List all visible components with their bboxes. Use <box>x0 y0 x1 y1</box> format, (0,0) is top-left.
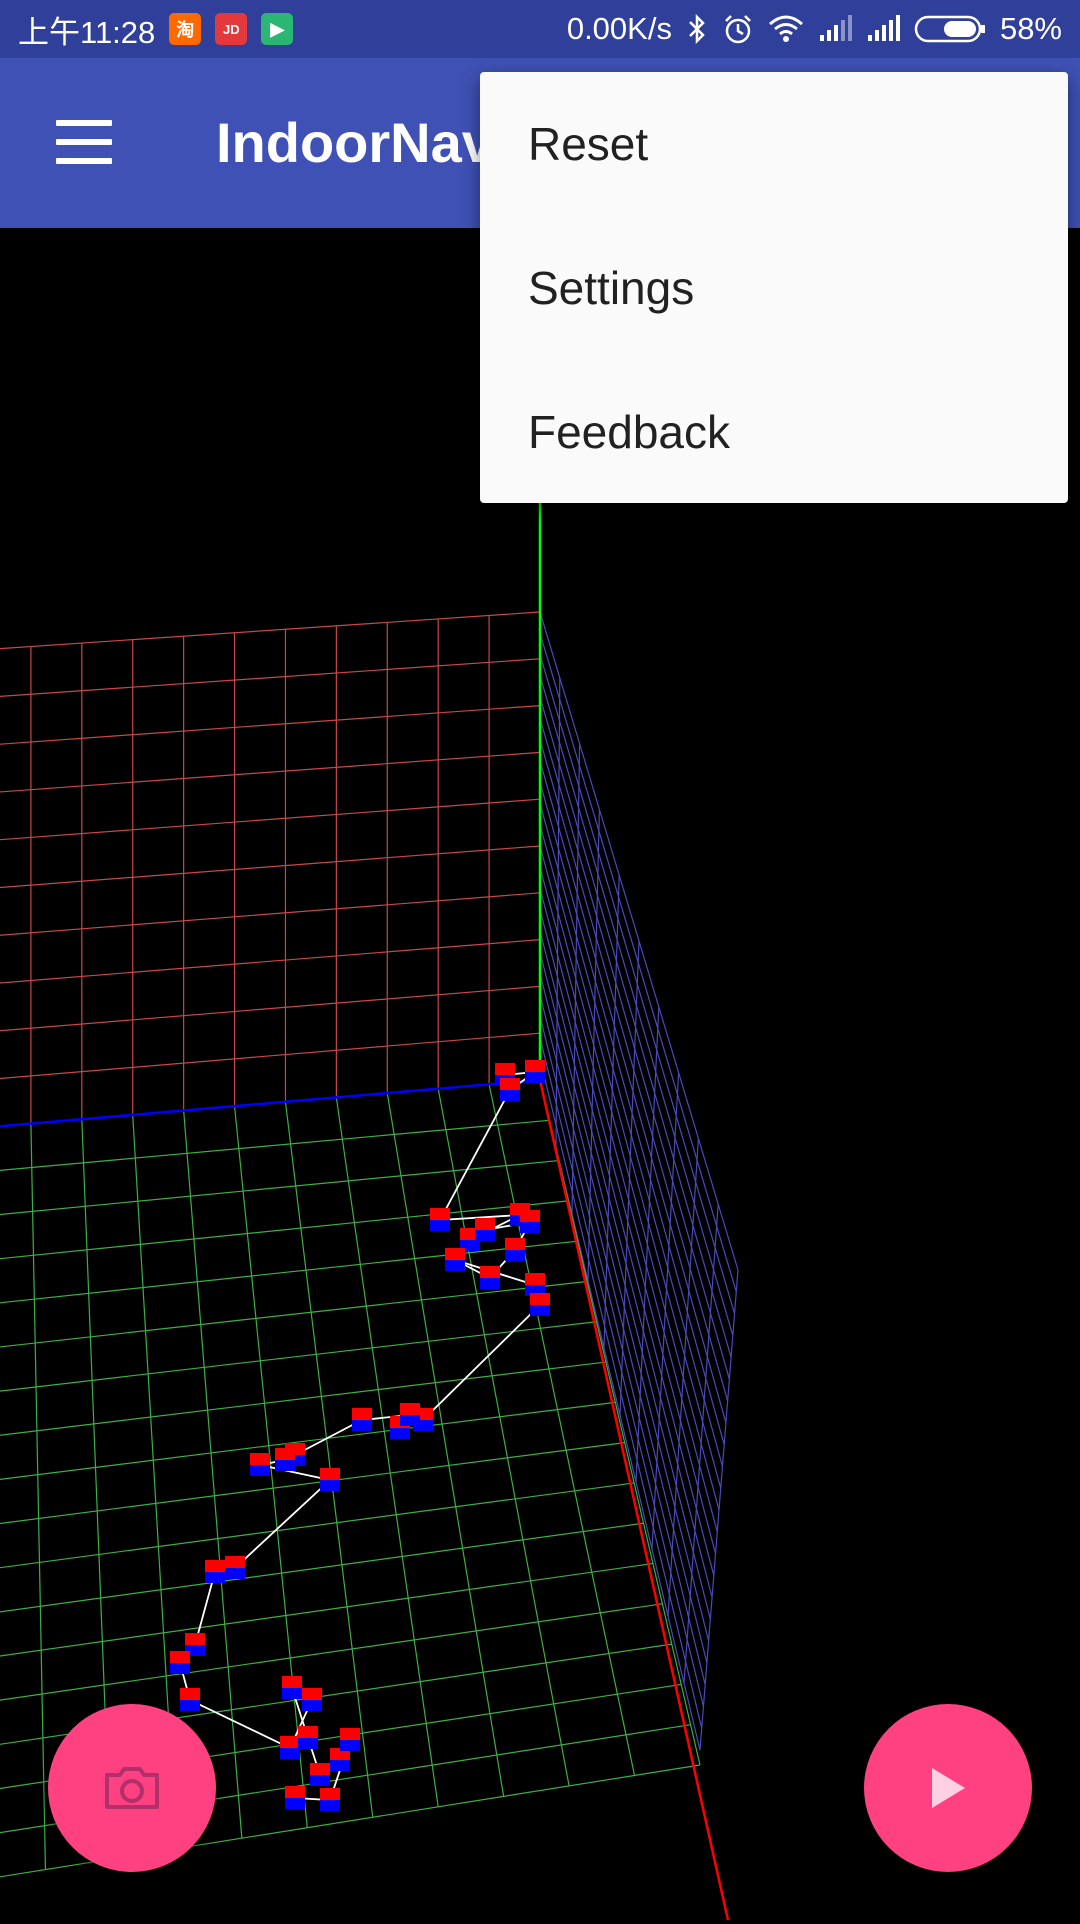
trajectory-marker <box>530 1293 550 1316</box>
floor-line <box>0 1522 644 1613</box>
side-wall-line <box>539 633 737 1292</box>
trajectory-marker <box>400 1403 420 1426</box>
floor-line <box>0 1401 616 1480</box>
back-wall-line <box>0 939 541 984</box>
x-axis <box>538 1079 730 1921</box>
signal-icon-1 <box>819 15 852 41</box>
back-wall-grid <box>0 611 541 1127</box>
battery-icon <box>914 15 985 43</box>
trajectory-markers <box>170 1060 550 1811</box>
camera-button[interactable] <box>48 1704 216 1872</box>
trajectory-marker <box>445 1248 465 1271</box>
play-store-app-icon: ▶ <box>261 13 294 45</box>
battery-percent: 58% <box>999 11 1062 46</box>
trajectory-marker <box>352 1408 372 1431</box>
side-wall-line <box>539 718 730 1380</box>
side-wall-line <box>539 973 710 1642</box>
trajectory-marker <box>480 1266 500 1289</box>
z-axis <box>0 1078 541 1128</box>
trajectory-marker <box>205 1560 225 1583</box>
jd-app-icon: JD <box>215 13 248 45</box>
status-bar-left: 上午11:28 淘 JD ▶ <box>18 7 294 52</box>
trajectory-marker <box>280 1736 300 1759</box>
menu-item-settings[interactable]: Settings <box>480 216 1068 360</box>
trajectory-marker <box>298 1726 318 1749</box>
floor-line <box>0 1361 606 1436</box>
back-wall-line <box>0 1032 541 1080</box>
trajectory-marker <box>525 1273 545 1296</box>
overflow-menu: Reset Settings Feedback <box>480 72 1068 503</box>
trajectory-marker <box>500 1078 520 1101</box>
side-wall-line <box>539 760 727 1423</box>
side-wall-line <box>539 824 722 1489</box>
back-wall-line <box>0 798 541 841</box>
side-wall-line <box>539 1016 706 1685</box>
trajectory-marker <box>525 1060 545 1083</box>
signal-icon-2 <box>867 15 900 41</box>
floor-line <box>335 1097 439 1807</box>
floor-line <box>0 1603 663 1701</box>
trajectory-marker <box>320 1468 340 1491</box>
side-wall-line <box>539 845 720 1511</box>
trajectory-marker <box>282 1676 302 1699</box>
status-time: 上午11:28 <box>18 14 156 50</box>
status-bar-right: 0.00K/s 58% <box>567 11 1062 47</box>
trajectory-marker <box>250 1453 270 1476</box>
back-wall-line <box>0 751 541 793</box>
trajectory-marker <box>225 1556 245 1579</box>
trajectory-marker <box>285 1786 305 1809</box>
back-wall-line <box>0 705 541 745</box>
app-title: IndoorNav <box>216 111 493 174</box>
trajectory-marker <box>170 1651 190 1674</box>
play-button[interactable] <box>864 1704 1032 1872</box>
trajectory-marker <box>430 1208 450 1231</box>
menu-item-feedback[interactable]: Feedback <box>480 360 1068 504</box>
side-wall-line <box>539 994 708 1663</box>
side-wall-line <box>539 675 734 1336</box>
floor-line <box>0 1321 597 1392</box>
status-bar: 上午11:28 淘 JD ▶ 0.00K/s 58% <box>0 0 1080 58</box>
side-wall-line <box>539 611 739 1271</box>
back-wall-line <box>0 845 541 889</box>
trajectory-marker <box>520 1210 540 1233</box>
side-wall-line <box>539 782 725 1445</box>
trajectory-marker <box>275 1448 295 1471</box>
back-wall-line <box>0 892 541 936</box>
alarm-icon <box>725 15 751 44</box>
side-wall-line <box>539 930 713 1598</box>
trajectory-marker <box>505 1238 525 1261</box>
trajectory-marker <box>340 1728 360 1751</box>
trajectory-marker <box>310 1763 330 1786</box>
floor-line <box>437 1088 570 1787</box>
side-wall-line <box>539 1058 703 1729</box>
floor-line <box>0 1562 654 1657</box>
wifi-icon <box>768 15 803 42</box>
floor-line <box>0 1442 625 1525</box>
floor-line <box>0 1482 635 1569</box>
back-wall-line <box>0 658 541 698</box>
hamburger-menu-icon[interactable] <box>56 120 112 164</box>
trajectory-marker <box>330 1748 350 1771</box>
side-wall-line <box>539 739 729 1402</box>
trajectory-marker <box>475 1218 495 1241</box>
back-wall-line <box>0 611 541 650</box>
side-wall-grid <box>539 611 739 1751</box>
bluetooth-icon <box>689 13 705 45</box>
side-wall-line <box>539 1037 705 1707</box>
side-wall-line <box>539 696 732 1358</box>
play-icon <box>932 1768 965 1808</box>
floor-line <box>386 1092 505 1797</box>
floor-line <box>30 1123 47 1870</box>
menu-item-reset[interactable]: Reset <box>480 72 1068 216</box>
side-wall-line <box>539 952 711 1620</box>
network-speed: 0.00K/s <box>566 11 672 46</box>
trajectory-marker <box>320 1788 340 1811</box>
taobao-app-icon: 淘 <box>169 13 202 45</box>
trajectory-marker <box>180 1688 200 1711</box>
back-wall-line <box>0 985 541 1032</box>
camera-icon <box>105 1767 159 1809</box>
trajectory-marker <box>302 1688 322 1711</box>
